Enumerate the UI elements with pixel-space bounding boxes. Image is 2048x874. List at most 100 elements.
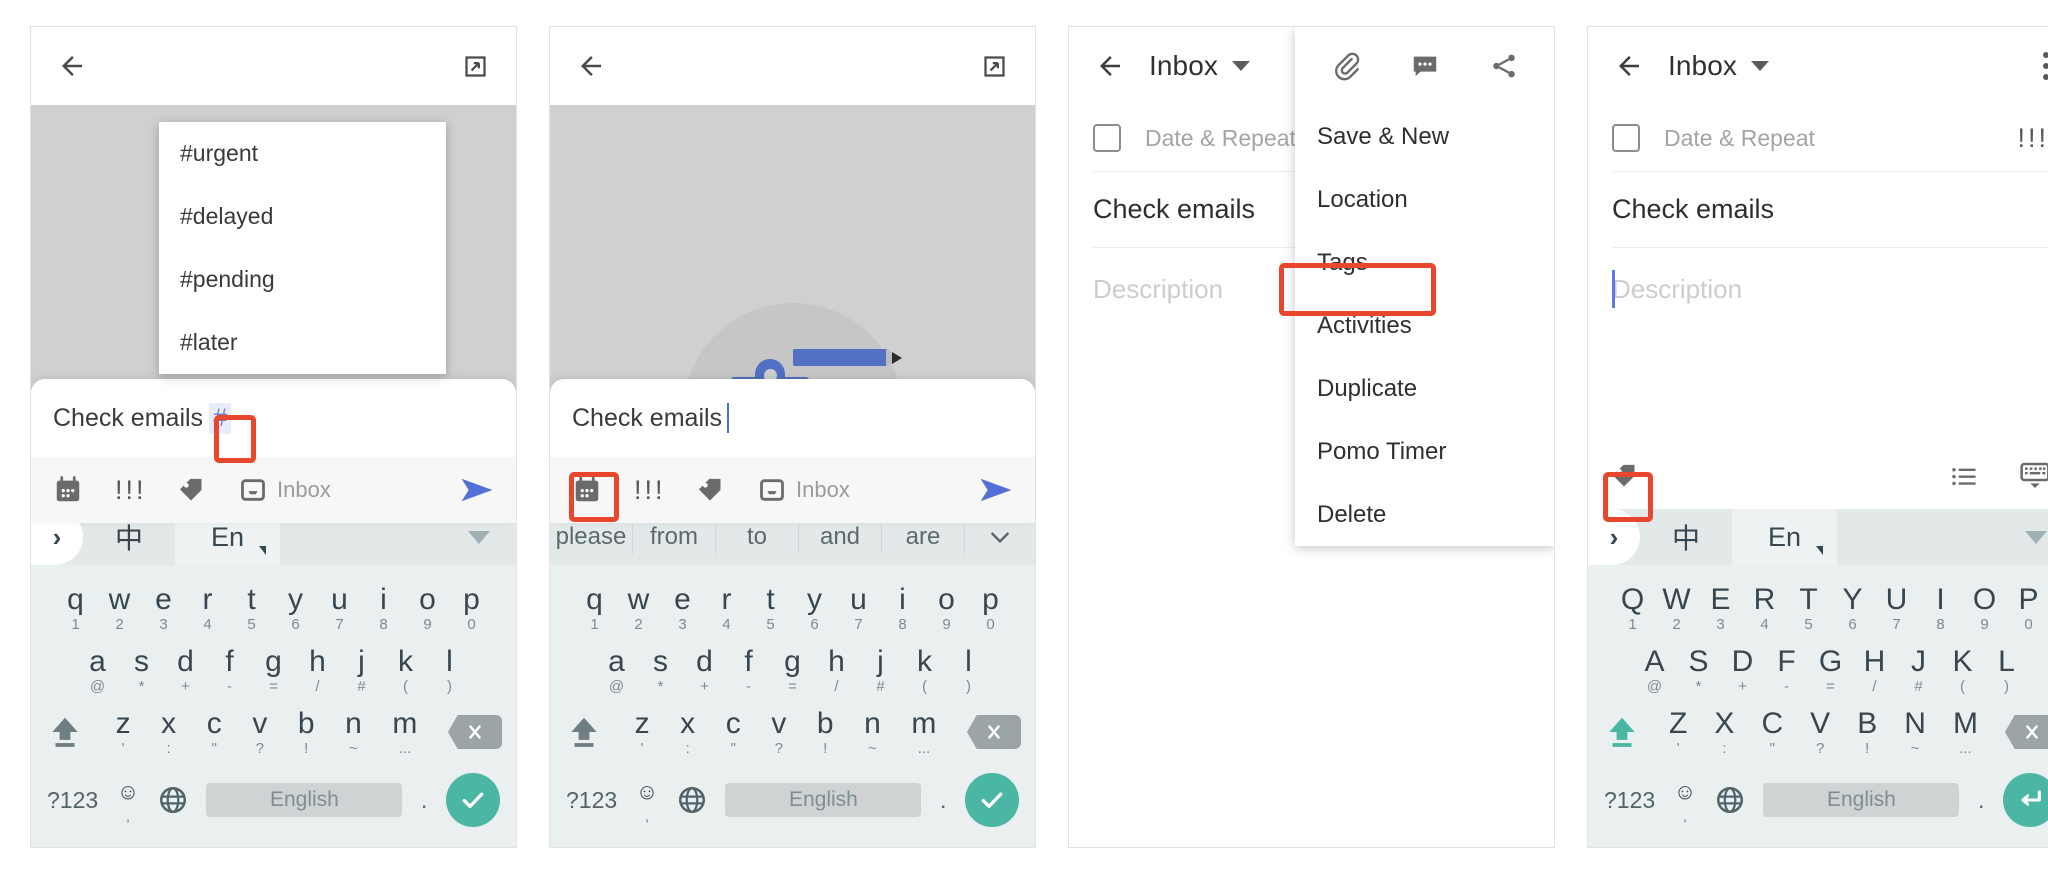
key[interactable]: i8 — [881, 583, 925, 633]
key[interactable]: h / — [815, 645, 859, 695]
task-checkbox[interactable] — [1612, 124, 1640, 152]
triangle-down-icon[interactable] — [468, 530, 490, 544]
key[interactable]: y6 — [793, 583, 837, 633]
open-in-new-icon[interactable] — [458, 49, 492, 83]
key[interactable]: l) — [428, 645, 472, 695]
key[interactable]: u7 — [318, 583, 362, 633]
spacebar-key[interactable]: English — [1763, 783, 1960, 817]
tag-suggestion-item[interactable]: #later — [159, 311, 446, 374]
suggestion-item[interactable]: and — [799, 520, 882, 554]
date-repeat-row[interactable]: Date & Repeat !!! — [1588, 105, 2048, 171]
key[interactable]: O9 — [1963, 583, 2007, 633]
compose-title-row[interactable]: Check emails — [550, 379, 1035, 457]
shift-icon[interactable] — [564, 713, 604, 751]
arrow-left-icon[interactable] — [1612, 49, 1646, 83]
menu-item-activities[interactable]: Activities — [1295, 294, 1554, 357]
emoji-key[interactable]: ☺, — [636, 775, 658, 825]
key[interactable]: q1 — [573, 583, 617, 633]
key[interactable]: C " — [1761, 707, 1783, 757]
key[interactable]: A @ — [1633, 645, 1677, 695]
key[interactable]: Z ' — [1669, 707, 1687, 757]
key[interactable]: d + — [683, 645, 727, 695]
tag-icon[interactable] — [177, 476, 239, 504]
more-vert-icon[interactable] — [2043, 52, 2048, 80]
key[interactable]: e3 — [142, 583, 186, 633]
emoji-key[interactable]: ☺, — [117, 775, 139, 825]
caret-down-icon[interactable] — [1232, 61, 1250, 71]
key[interactable]: G = — [1809, 645, 1853, 695]
arrow-left-icon[interactable] — [574, 49, 608, 83]
key[interactable]: c " — [207, 707, 222, 757]
key[interactable]: w2 — [98, 583, 142, 633]
key[interactable]: W2 — [1655, 583, 1699, 633]
key[interactable]: c " — [726, 707, 741, 757]
key[interactable]: n ~ — [345, 707, 362, 757]
key[interactable]: V? — [1810, 707, 1830, 757]
key[interactable]: x: — [161, 707, 176, 757]
triangle-down-icon[interactable] — [2025, 530, 2047, 544]
arrow-left-icon[interactable] — [1093, 49, 1127, 83]
key[interactable]: H / — [1853, 645, 1897, 695]
key[interactable]: w2 — [617, 583, 661, 633]
key[interactable]: t5 — [749, 583, 793, 633]
key[interactable]: t5 — [230, 583, 274, 633]
globe-icon[interactable] — [1715, 785, 1745, 815]
checklist-icon[interactable] — [1949, 461, 1979, 491]
menu-item-location[interactable]: Location — [1295, 168, 1554, 231]
description-field[interactable]: Description — [1588, 248, 2048, 313]
key[interactable]: s * — [639, 645, 683, 695]
key[interactable]: x: — [680, 707, 695, 757]
key[interactable]: m... — [911, 707, 936, 757]
check-icon[interactable] — [965, 773, 1019, 827]
key[interactable]: E3 — [1699, 583, 1743, 633]
key[interactable]: y6 — [274, 583, 318, 633]
key[interactable]: U7 — [1875, 583, 1919, 633]
key[interactable]: r4 — [705, 583, 749, 633]
calendar-icon[interactable] — [53, 475, 115, 505]
suggestion-item[interactable]: are — [882, 520, 965, 554]
key[interactable]: R4 — [1743, 583, 1787, 633]
suggestion-item[interactable]: please — [550, 520, 633, 554]
menu-item-tags[interactable]: Tags — [1295, 231, 1554, 294]
priority-icon[interactable]: !!! — [115, 475, 177, 506]
numeric-key[interactable]: ?123 — [1604, 787, 1655, 814]
language-english-key[interactable]: En — [1732, 509, 1837, 565]
share-icon[interactable] — [1489, 51, 1519, 81]
key[interactable]: b! — [298, 707, 315, 757]
check-icon[interactable] — [446, 773, 500, 827]
period-key[interactable]: . — [1978, 787, 1984, 814]
key[interactable]: h / — [296, 645, 340, 695]
menu-item-pomo-timer[interactable]: Pomo Timer — [1295, 420, 1554, 483]
key[interactable]: N ~ — [1904, 707, 1926, 757]
key[interactable]: Y6 — [1831, 583, 1875, 633]
inbox-selector[interactable]: Inbox — [239, 476, 331, 504]
key[interactable]: D + — [1721, 645, 1765, 695]
calendar-icon[interactable] — [572, 475, 634, 505]
spacebar-key[interactable]: English — [206, 783, 403, 817]
suggestion-item[interactable]: from — [633, 520, 716, 554]
task-checkbox[interactable] — [1093, 124, 1121, 152]
backspace-icon[interactable] — [448, 715, 502, 749]
key[interactable]: S * — [1677, 645, 1721, 695]
key[interactable]: u7 — [837, 583, 881, 633]
key[interactable]: K( — [1941, 645, 1985, 695]
inbox-selector[interactable]: Inbox — [758, 476, 850, 504]
key[interactable]: m... — [392, 707, 417, 757]
expand-toolbar-icon[interactable]: › — [1588, 509, 1640, 565]
key[interactable]: b! — [817, 707, 834, 757]
tag-suggestion-popup[interactable]: #urgent #delayed #pending #later — [159, 122, 446, 374]
chevron-down-icon[interactable] — [965, 520, 1035, 554]
menu-item-save-and-new[interactable]: Save & New — [1295, 105, 1554, 168]
key[interactable]: o9 — [406, 583, 450, 633]
comment-icon[interactable] — [1410, 51, 1440, 81]
numeric-key[interactable]: ?123 — [566, 787, 617, 814]
shift-icon[interactable] — [1602, 713, 1642, 751]
key[interactable]: f- — [208, 645, 252, 695]
backspace-icon[interactable] — [2004, 715, 2048, 749]
key[interactable]: q1 — [54, 583, 98, 633]
key[interactable]: g = — [771, 645, 815, 695]
suggestion-item[interactable]: to — [716, 520, 799, 554]
tag-suggestion-item[interactable]: #pending — [159, 248, 446, 311]
shift-icon[interactable] — [45, 713, 85, 751]
tag-icon[interactable] — [1610, 462, 1672, 490]
